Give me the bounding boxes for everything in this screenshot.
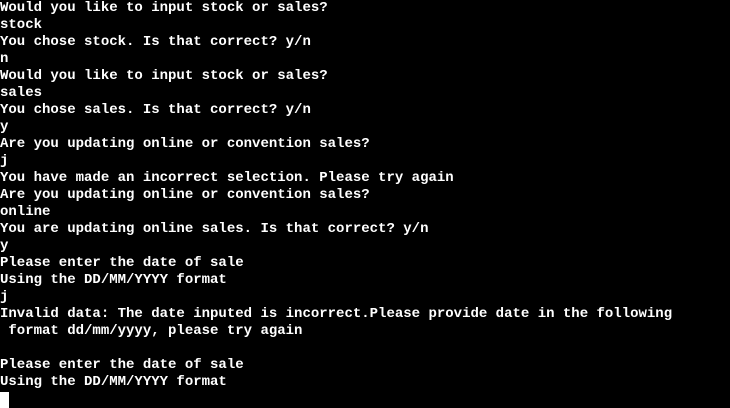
output-line: Are you updating online or convention sa… xyxy=(0,136,370,152)
output-line: Would you like to input stock or sales? xyxy=(0,68,328,84)
output-line: Please enter the date of sale xyxy=(0,357,244,373)
input-line: j xyxy=(0,289,9,305)
output-line: Using the DD/MM/YYYY format xyxy=(0,272,227,288)
prompt-line[interactable] xyxy=(0,391,730,408)
input-line: j xyxy=(0,153,9,169)
terminal-window[interactable]: Would you like to input stock or sales? … xyxy=(0,0,730,408)
output-line: Please enter the date of sale xyxy=(0,255,244,271)
text-cursor[interactable] xyxy=(0,392,9,408)
input-line: sales xyxy=(0,85,43,101)
error-line: format dd/mm/yyyy, please try again xyxy=(0,323,303,339)
output-line: Are you updating online or convention sa… xyxy=(0,187,370,203)
input-line: y xyxy=(0,119,9,135)
output-line: Using the DD/MM/YYYY format xyxy=(0,374,227,390)
input-line: n xyxy=(0,51,9,67)
error-line: You have made an incorrect selection. Pl… xyxy=(0,170,454,186)
output-line: You chose stock. Is that correct? y/n xyxy=(0,34,311,50)
output-line: You chose sales. Is that correct? y/n xyxy=(0,102,311,118)
input-line: stock xyxy=(0,17,43,33)
input-line: y xyxy=(0,238,9,254)
output-line: Would you like to input stock or sales? xyxy=(0,0,328,16)
output-line: You are updating online sales. Is that c… xyxy=(0,221,429,237)
input-line: online xyxy=(0,204,51,220)
error-line: Invalid data: The date inputed is incorr… xyxy=(0,306,673,322)
